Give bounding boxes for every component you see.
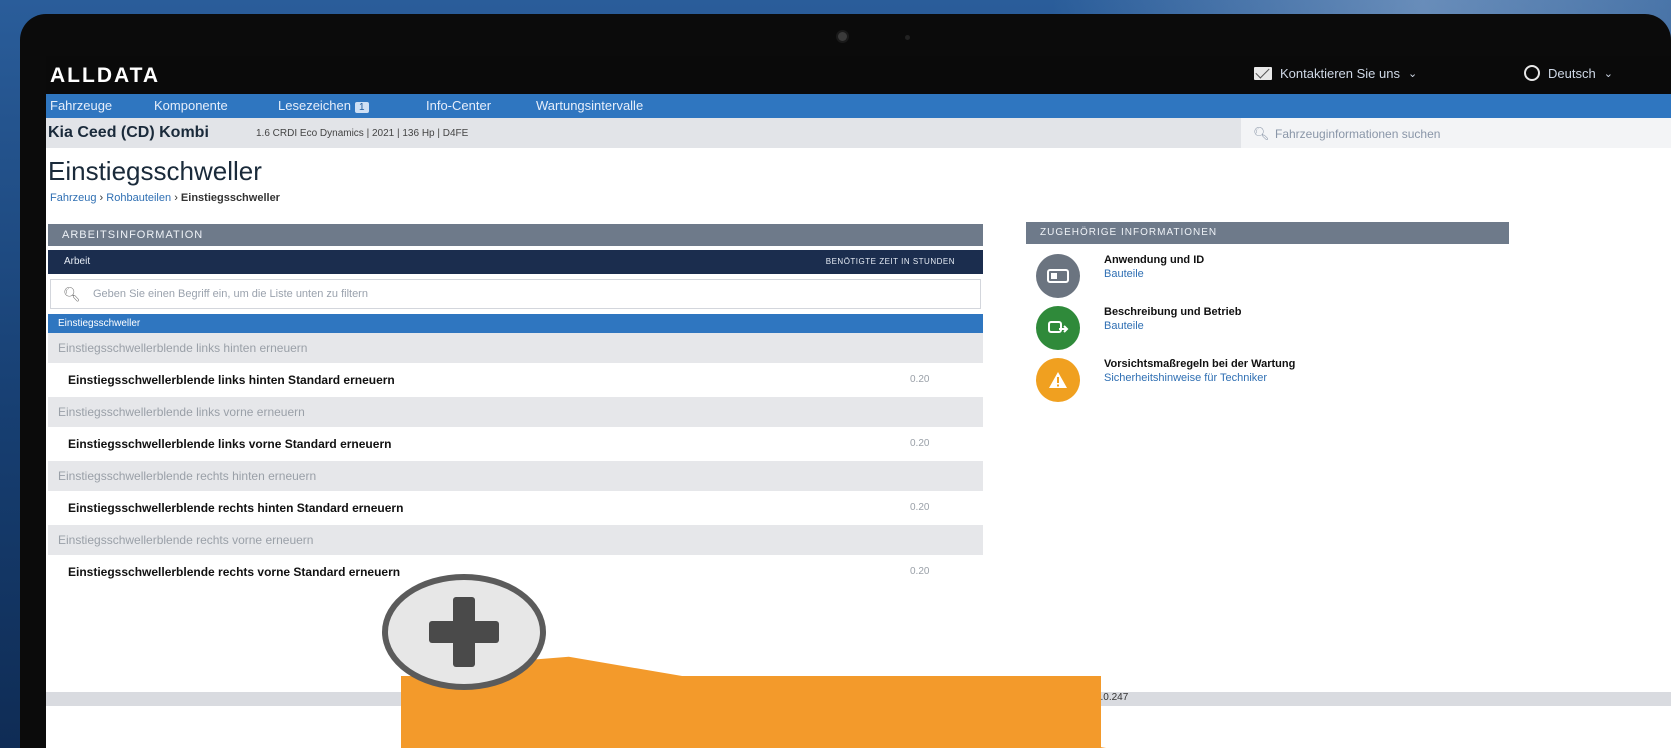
vehicle-detail: 1.6 CRDI Eco Dynamics | 2021 | 136 Hp | … [256, 128, 469, 139]
job-row[interactable]: Einstiegsschwellerblende links vorne Sta… [48, 427, 983, 461]
gear-car-icon [1036, 306, 1080, 350]
job-time: 0.20 [910, 438, 930, 449]
group-row[interactable]: Einstiegsschwellerblende links hinten er… [48, 333, 983, 363]
job-row[interactable]: Einstiegsschwellerblende rechts hinten S… [48, 491, 983, 525]
tab-info-center[interactable]: Info-Center [426, 98, 491, 113]
tab-fahrzeuge[interactable]: Fahrzeuge [50, 98, 112, 113]
job-time: 0.20 [910, 566, 930, 577]
job-row[interactable]: Einstiegsschwellerblende rechts vorne St… [48, 555, 983, 589]
breadcrumb-separator: › [174, 192, 178, 204]
top-bar: ALLDATA Kontaktieren Sie uns ⌄ Deutsch ⌄ [46, 56, 1671, 94]
related-info-header: ZUGEHÖRIGE INFORMATIONEN [1026, 222, 1509, 244]
vehicle-bar: Kia Ceed (CD) Kombi 1.6 CRDI Eco Dynamic… [46, 118, 1671, 148]
job-time: 0.20 [910, 374, 930, 385]
related-link[interactable]: Bauteile [1104, 320, 1144, 332]
job-label: Einstiegsschwellerblende links vorne Sta… [68, 437, 392, 451]
related-info-panel: ZUGEHÖRIGE INFORMATIONEN Anwendung und I… [1026, 222, 1509, 406]
plus-glyph [429, 597, 499, 667]
chevron-down-icon: ⌄ [1407, 68, 1418, 80]
breadcrumb-separator: › [99, 192, 104, 204]
main-nav: Fahrzeuge Komponente Lesezeichen 1 Info-C… [46, 94, 1671, 118]
tab-lesezeichen-label: Lesezeichen [278, 98, 351, 113]
warning-icon [1036, 358, 1080, 402]
related-title: Vorsichtsmaßregeln bei der Wartung [1104, 358, 1296, 370]
filter-input[interactable]: 🔍︎ Geben Sie einen Begriff ein, um die L… [50, 279, 981, 309]
work-info-panel: ARBEITSINFORMATION Arbeit BENÖTIGTE ZEIT… [48, 224, 983, 589]
id-card-icon [1036, 254, 1080, 298]
plus-icon[interactable] [382, 574, 546, 690]
group-row[interactable]: Einstiegsschwellerblende rechts vorne er… [48, 525, 983, 555]
filter-placeholder: Geben Sie einen Begriff ein, um die List… [93, 288, 368, 300]
job-label: Einstiegsschwellerblende rechts hinten S… [68, 501, 404, 515]
mail-icon [1254, 67, 1272, 80]
related-link[interactable]: Bauteile [1104, 268, 1144, 280]
column-work[interactable]: Arbeit [64, 256, 90, 267]
language-menu[interactable]: Deutsch ⌄ [1524, 65, 1613, 81]
work-table-header: Arbeit BENÖTIGTE ZEIT IN STUNDEN [48, 250, 983, 274]
promo-orange-banner-base [401, 676, 1101, 748]
breadcrumb: Fahrzeug › Rohbauteilen › Einstiegsschwe… [50, 192, 280, 204]
breadcrumb-current: Einstiegsschweller [180, 192, 280, 204]
breadcrumb-link-rohbauteilen[interactable]: Rohbauteilen [106, 192, 171, 204]
webcam-icon [838, 32, 847, 41]
bookmark-count-badge: 1 [355, 102, 369, 113]
group-row[interactable]: Einstiegsschwellerblende rechts hinten e… [48, 461, 983, 491]
breadcrumb-link-fahrzeug[interactable]: Fahrzeug [50, 192, 96, 204]
tab-lesezeichen[interactable]: Lesezeichen 1 [278, 98, 369, 113]
related-item-beschreibung[interactable]: Beschreibung und Betrieb Bauteile [1026, 302, 1509, 354]
webcam-sensor [905, 35, 910, 40]
job-label: Einstiegsschwellerblende rechts vorne St… [68, 565, 401, 579]
related-item-vorsicht[interactable]: Vorsichtsmaßregeln bei der Wartung Siche… [1026, 354, 1509, 406]
contact-label: Kontaktieren Sie uns [1280, 66, 1400, 81]
related-title: Beschreibung und Betrieb [1104, 306, 1242, 318]
contact-menu[interactable]: Kontaktieren Sie uns ⌄ [1254, 66, 1417, 81]
search-icon: 🔍︎ [1253, 126, 1270, 141]
group-row[interactable]: Einstiegsschwellerblende links vorne ern… [48, 397, 983, 427]
vehicle-name[interactable]: Kia Ceed (CD) Kombi [48, 124, 209, 142]
work-info-header: ARBEITSINFORMATION [48, 224, 983, 246]
section-header[interactable]: Einstiegsschweller [48, 314, 983, 333]
vehicle-search-input[interactable]: 🔍︎ Fahrzeuginformationen suchen [1241, 118, 1671, 148]
job-label: Einstiegsschwellerblende links hinten St… [68, 373, 395, 387]
page-title: Einstiegsschweller [48, 156, 262, 186]
tab-wartungsintervalle[interactable]: Wartungsintervalle [536, 98, 643, 113]
language-label: Deutsch [1548, 65, 1596, 81]
job-row[interactable]: Einstiegsschwellerblende links hinten St… [48, 363, 983, 397]
related-link[interactable]: Sicherheitshinweise für Techniker [1104, 372, 1267, 384]
search-icon: 🔍︎ [63, 286, 81, 302]
related-item-anwendung[interactable]: Anwendung und ID Bauteile [1026, 250, 1509, 302]
related-title: Anwendung und ID [1104, 254, 1205, 266]
globe-icon [1524, 65, 1540, 81]
job-time: 0.20 [910, 502, 930, 513]
alldata-logo[interactable]: ALLDATA [50, 64, 160, 88]
tab-komponente[interactable]: Komponente [154, 98, 228, 113]
app-screen: ALLDATA Kontaktieren Sie uns ⌄ Deutsch ⌄… [46, 56, 1671, 748]
column-time[interactable]: BENÖTIGTE ZEIT IN STUNDEN [826, 250, 955, 274]
search-placeholder: Fahrzeuginformationen suchen [1275, 127, 1441, 141]
chevron-down-icon: ⌄ [1603, 67, 1613, 80]
